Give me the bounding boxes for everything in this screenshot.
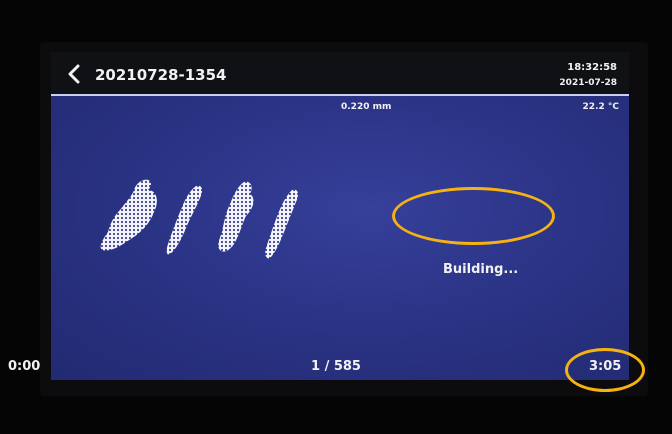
job-title: 20210728-1354 [95,66,227,84]
temperature-readout: 22.2 °C [582,102,619,112]
clock-date: 2021-07-28 [559,78,617,88]
elapsed-time: 0:00 [8,359,41,374]
slice-part-4 [265,189,299,259]
layer-counter: 1 / 585 [311,359,361,374]
remaining-time: 3:05 [589,359,622,374]
clock-time: 18:32:58 [567,62,617,73]
layer-preview-canvas: 0.220 mm 22.2 °C Building... [51,96,629,380]
header-bar: 20210728-1354 18:32:58 2021-07-28 [51,52,629,94]
printer-screen: 20210728-1354 18:32:58 2021-07-28 0.220 … [51,52,629,380]
slice-part-2 [166,185,203,255]
slice-part-3 [218,181,254,252]
chevron-left-icon[interactable] [65,64,83,84]
build-status: Building... [443,262,519,277]
slice-part-1 [100,179,157,251]
layer-slice-preview [100,179,299,259]
layer-thickness: 0.220 mm [341,102,392,112]
